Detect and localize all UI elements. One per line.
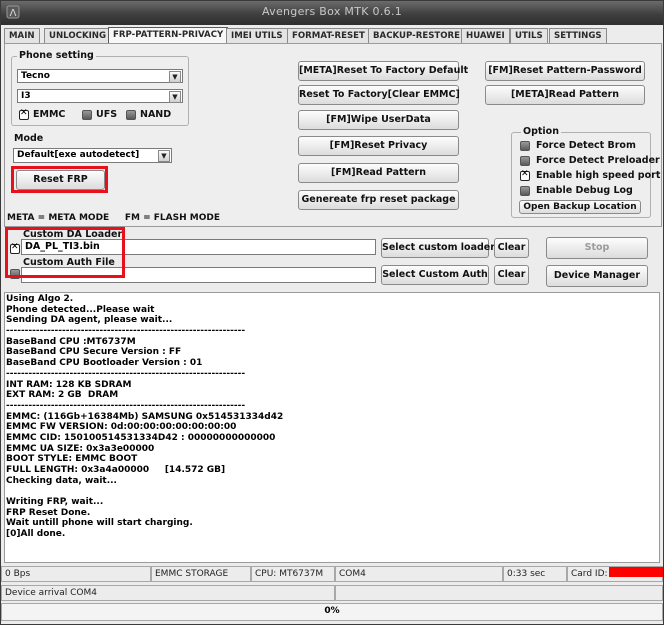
log-line: FRP Reset Done. (6, 507, 91, 518)
progress-text: 0% (324, 606, 340, 616)
force-detect-preloader-label: Force Detect Preloader (536, 155, 660, 166)
emmc-checkbox[interactable] (19, 108, 29, 120)
tab-unlocking[interactable]: UNLOCKING (44, 28, 112, 43)
ufs-checkbox[interactable] (82, 110, 92, 120)
status-card-id: Card ID: (567, 566, 663, 582)
tab-format-reset[interactable]: FORMAT-RESET (287, 28, 370, 43)
tab-settings[interactable]: SETTINGS (549, 28, 607, 43)
status-device-arrival: Device arrival COM4 (1, 585, 335, 601)
log-line: EXT RAM: 2 GB DRAM (6, 390, 119, 401)
reset-factory-clear-emmc-button[interactable]: Reset To Factory[Clear EMMC] (298, 85, 460, 105)
fm-wipe-userdata-button[interactable]: [FM]Wipe UserData (298, 110, 459, 130)
force-detect-brom-label: Force Detect Brom (536, 140, 636, 151)
meta-reset-factory-button[interactable]: [META]Reset To Factory Default (298, 61, 468, 81)
log-output: Using Algo 2. Phone detected...Please wai… (4, 292, 660, 563)
chevron-down-icon[interactable]: ▼ (169, 71, 181, 83)
generate-frp-package-button[interactable]: Genereate frp reset package (298, 190, 459, 210)
tab-main[interactable]: MAIN (4, 28, 40, 43)
redacted-card-id (608, 567, 663, 577)
log-line: Wait untill phone will start charging. (6, 518, 193, 529)
select-custom-loader-button[interactable]: Select custom loader (381, 238, 495, 258)
status-storage: EMMC STORAGE (151, 566, 251, 582)
tab-frp-pattern-privacy[interactable]: FRP-PATTERN-PRIVACY (108, 27, 229, 44)
status-empty-cell (335, 585, 663, 601)
brand-select[interactable]: Tecno ▼ (17, 69, 183, 83)
log-line: BaseBand CPU :MT6737M (6, 336, 136, 347)
log-line: [0]All done. (6, 529, 66, 540)
chevron-down-icon[interactable]: ▼ (169, 91, 181, 103)
option-legend: Option (521, 126, 561, 137)
fm-reset-pattern-password-button[interactable]: [FM]Reset Pattern-Password (485, 61, 645, 81)
log-line: Writing FRP, wait... (6, 497, 104, 508)
model-select[interactable]: I3 ▼ (17, 89, 183, 103)
tab-imei-utils[interactable]: IMEI UTILS (226, 28, 288, 43)
highlight-box (11, 166, 108, 193)
progress-bar: 0% (1, 603, 663, 621)
phone-setting-legend: Phone setting (17, 50, 96, 61)
mode-label: Mode (14, 133, 44, 144)
log-line: ----------------------------------------… (6, 400, 246, 411)
fm-reset-privacy-button[interactable]: [FM]Reset Privacy (298, 136, 459, 156)
fm-read-pattern-button[interactable]: [FM]Read Pattern (298, 163, 459, 183)
status-speed: 0 Bps (1, 566, 151, 582)
log-line: Checking data, wait... (6, 475, 117, 486)
log-line: Using Algo 2. (6, 294, 74, 304)
debug-log-label: Enable Debug Log (536, 185, 633, 196)
device-manager-button[interactable]: Device Manager (546, 265, 648, 287)
tab-huawei[interactable]: HUAWEI (461, 28, 510, 43)
status-time: 0:33 sec (503, 566, 567, 582)
highlight-box (5, 227, 125, 278)
log-line: EMMC FW VERSION: 0d:00:00:00:00:00:00:00 (6, 422, 237, 433)
emmc-label: EMMC (33, 109, 66, 120)
frp-panel: Phone setting Tecno ▼ I3 ▼ EMMC UFS NAND… (4, 43, 662, 227)
clear-loader-button[interactable]: Clear (494, 238, 529, 258)
log-line: BOOT STYLE: EMMC BOOT (6, 454, 138, 465)
log-line: EMMC UA SIZE: 0x3a3e00000 (6, 443, 155, 454)
high-speed-port-checkbox[interactable] (520, 169, 530, 181)
log-line: INT RAM: 128 KB SDRAM (6, 379, 132, 390)
stop-button[interactable]: Stop (546, 237, 648, 259)
window-title: Avengers Box MTK 0.6.1 (261, 5, 403, 18)
brand-value: Tecno (21, 71, 50, 81)
ufs-label: UFS (96, 109, 118, 120)
mode-value: Default[exe autodetect] (17, 150, 140, 160)
mode-legend-text: META = META MODE FM = FLASH MODE (7, 213, 220, 223)
log-line: ----------------------------------------… (6, 326, 246, 337)
tab-backup-restore[interactable]: BACKUP-RESTORE (368, 28, 466, 43)
select-custom-auth-button[interactable]: Select Custom Auth (381, 265, 489, 285)
status-cpu: CPU: MT6737M (251, 566, 335, 582)
log-line: BaseBand CPU Bootloader Version : 01 (6, 358, 203, 369)
log-line: EMMC CID: 150100514531334D42 : 000000000… (6, 432, 276, 443)
log-line: Sending DA agent, please wait... (6, 315, 173, 326)
log-line: Phone detected...Please wait (6, 304, 155, 315)
meta-read-pattern-button[interactable]: [META]Read Pattern (485, 85, 645, 105)
log-line: FULL LENGTH: 0x3a4a00000 [14.572 GB] (6, 465, 226, 475)
debug-log-checkbox[interactable] (520, 186, 530, 196)
log-line: EMMC: (116Gb+16384Mb) SAMSUNG 0x51453133… (6, 411, 284, 422)
mode-select[interactable]: Default[exe autodetect] ▼ (13, 148, 172, 163)
status-port: COM4 (335, 566, 503, 582)
card-id-label: Card ID: (571, 569, 608, 579)
log-line: ----------------------------------------… (6, 368, 246, 379)
log-line: BaseBand CPU Secure Version : FF (6, 347, 182, 358)
chevron-down-icon[interactable]: ▼ (158, 150, 170, 162)
model-value: I3 (21, 91, 31, 101)
nand-checkbox[interactable] (126, 110, 136, 120)
nand-label: NAND (140, 109, 172, 120)
open-backup-location-button[interactable]: Open Backup Location (519, 200, 641, 214)
clear-auth-button[interactable]: Clear (494, 265, 529, 285)
app-window: Λ Avengers Box MTK 0.6.1 MAIN UNLOCKING … (0, 0, 664, 625)
force-detect-preloader-checkbox[interactable] (520, 156, 530, 166)
force-detect-brom-checkbox[interactable] (520, 141, 530, 151)
tab-utils[interactable]: UTILS (510, 28, 548, 43)
high-speed-port-label: Enable high speed port (536, 170, 661, 181)
title-bar: Λ Avengers Box MTK 0.6.1 (1, 1, 663, 25)
